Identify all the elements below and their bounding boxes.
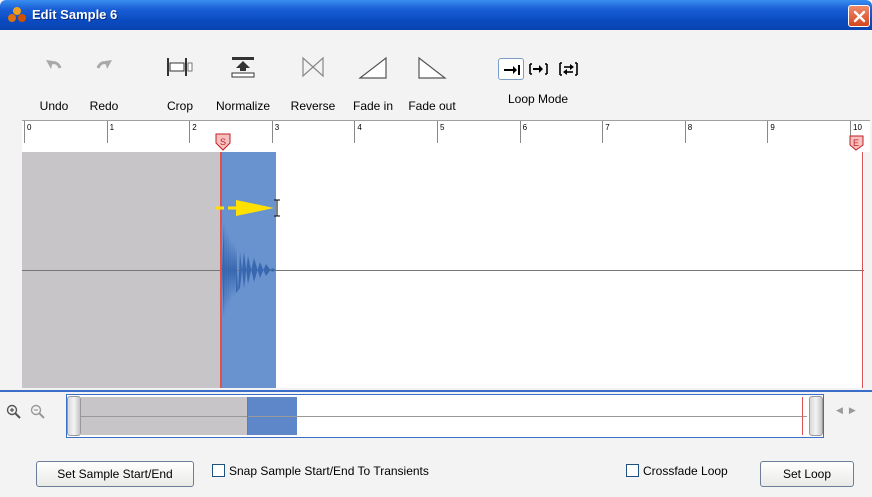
ruler-tick-label: 4 xyxy=(357,123,362,132)
ruler-tick-label: 7 xyxy=(605,123,610,132)
overview-left-handle[interactable] xyxy=(67,396,81,436)
overview-start-marker xyxy=(247,397,248,435)
title-bar[interactable]: Edit Sample 6 xyxy=(0,0,872,30)
fade-in-button[interactable]: Fade in xyxy=(348,30,398,118)
ruler-tick xyxy=(189,121,191,143)
fade-out-button[interactable]: Fade out xyxy=(404,30,460,118)
ruler-tick-label: 2 xyxy=(192,123,197,132)
ruler-tick xyxy=(354,121,356,143)
ruler-tick xyxy=(271,121,273,143)
ruler-tick xyxy=(437,121,438,143)
redo-button[interactable]: Redo xyxy=(84,30,124,118)
left-frame xyxy=(0,120,22,390)
ruler-tick-label: 5 xyxy=(440,123,445,132)
app-logo-icon xyxy=(8,7,26,22)
ruler-tick xyxy=(684,121,686,143)
time-ruler[interactable]: 0 1 2 3 4 5 6 7 8 9 10 xyxy=(22,120,870,152)
cursor-arrow-icon xyxy=(216,199,280,217)
loop-mode-forward-button[interactable] xyxy=(498,58,524,80)
start-marker-label: S xyxy=(220,137,226,147)
loop-mode-pingpong-button[interactable] xyxy=(556,58,582,80)
ruler-tick-label: 9 xyxy=(770,123,775,132)
scroll-left-icon[interactable]: ◀ xyxy=(836,405,849,415)
reverse-icon xyxy=(302,56,324,78)
fade-in-icon xyxy=(358,56,387,79)
set-sample-start-end-button[interactable]: Set Sample Start/End xyxy=(36,461,194,487)
crossfade-checkbox-label: Crossfade Loop xyxy=(643,464,728,478)
normalize-label: Normalize xyxy=(215,99,270,113)
waveform-display[interactable] xyxy=(22,152,864,388)
snap-to-transients-checkbox[interactable]: Snap Sample Start/End To Transients xyxy=(212,464,429,482)
ruler-tick-label: 0 xyxy=(27,123,32,132)
snap-checkbox-label: Snap Sample Start/End To Transients xyxy=(229,464,429,478)
edit-sample-window: Edit Sample 6 Undo Redo Crop Normalize R… xyxy=(0,0,872,497)
ruler-tick-label: 8 xyxy=(687,123,693,132)
undo-icon xyxy=(46,60,62,69)
set-loop-button[interactable]: Set Loop xyxy=(760,461,854,487)
end-marker-icon[interactable]: E xyxy=(848,135,864,151)
crop-label: Crop xyxy=(166,99,193,113)
ruler-tick xyxy=(519,121,521,143)
fade-in-label: Fade in xyxy=(352,99,394,113)
crossfade-loop-checkbox[interactable]: Crossfade Loop xyxy=(626,464,728,482)
end-marker-label: E xyxy=(853,138,859,148)
reverse-label: Reverse xyxy=(290,99,336,113)
close-button[interactable] xyxy=(848,5,870,27)
redo-label: Redo xyxy=(89,99,119,113)
crop-button[interactable]: Crop xyxy=(160,30,200,118)
scroll-arrows: ◀▶ xyxy=(836,405,862,416)
normalize-icon xyxy=(231,57,255,78)
window-title: Edit Sample 6 xyxy=(32,7,118,22)
snap-checkbox-box[interactable] xyxy=(212,464,225,477)
loop-forward-icon xyxy=(529,63,548,75)
undo-button[interactable]: Undo xyxy=(34,30,74,118)
ruler-tick-label: 3 xyxy=(274,123,280,132)
start-marker-icon[interactable]: S xyxy=(214,133,232,151)
waveform xyxy=(222,222,276,318)
loop-mode-group: Loop Mode xyxy=(494,54,594,112)
overview-zero-line xyxy=(81,416,807,417)
ruler-tick xyxy=(602,121,604,143)
ruler-tick-label: 6 xyxy=(522,123,528,132)
ruler-tick-label: 10 xyxy=(853,123,862,132)
crossfade-checkbox-box[interactable] xyxy=(626,464,639,477)
loop-mode-label: Loop Mode xyxy=(508,92,569,106)
overview-end-marker xyxy=(802,397,803,435)
ruler-tick xyxy=(24,121,25,143)
normalize-button[interactable]: Normalize xyxy=(214,30,272,118)
overview-right-handle[interactable] xyxy=(809,396,823,436)
toolbar: Undo Redo Crop Normalize Reverse Fade in… xyxy=(0,30,872,118)
start-marker-line[interactable] xyxy=(220,152,222,388)
ruler-tick xyxy=(767,121,769,143)
end-marker-line[interactable] xyxy=(862,152,863,388)
crop-icon xyxy=(167,58,193,76)
scroll-right-icon[interactable]: ▶ xyxy=(849,405,862,415)
redo-icon xyxy=(96,60,112,69)
overview-navigator[interactable] xyxy=(66,394,824,438)
fade-out-icon xyxy=(418,56,447,79)
ruler-tick xyxy=(106,121,108,143)
close-icon xyxy=(853,10,866,23)
zoom-in-icon[interactable] xyxy=(6,404,22,420)
ruler-tick-label: 1 xyxy=(109,123,115,132)
reverse-button[interactable]: Reverse xyxy=(286,30,340,118)
loop-mode-loop-button[interactable] xyxy=(526,58,552,80)
loop-pingpong-icon xyxy=(559,62,578,76)
fade-out-label: Fade out xyxy=(408,99,456,113)
arrow-to-end-icon xyxy=(504,65,520,75)
undo-label: Undo xyxy=(39,99,69,113)
zoom-out-icon[interactable] xyxy=(30,404,46,420)
